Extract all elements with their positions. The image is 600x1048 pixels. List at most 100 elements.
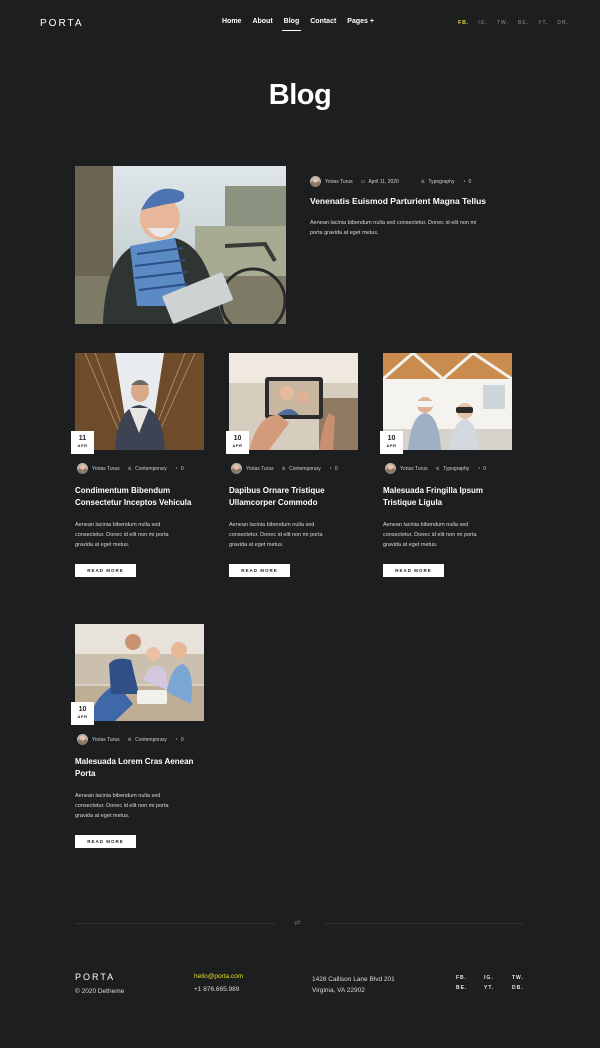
post-author[interactable]: Yorias Turus [92,466,120,472]
footer-address: 1428 Callison Lane Blvd 201 Virginia, VA… [312,974,395,996]
date-badge: 10 APR [226,431,249,454]
post-comments-count[interactable]: 0 [483,466,486,472]
post-comments-count[interactable]: 0 [335,466,338,472]
excerpt-line: gravida at eget metus. [75,813,130,819]
title-line[interactable]: Condimentum Bibendum [75,485,191,497]
address-line: Virginia, VA 22902 [312,987,365,994]
page-title: Blog [268,79,332,111]
title-line[interactable]: Tristique Ligula [383,497,483,509]
date-day: 10 [387,435,396,442]
post-comments-count[interactable]: 0 [181,737,184,743]
author-avatar [385,463,396,474]
excerpt-line: Aenean lacinia bibendum nulla sed consec… [310,220,477,226]
nav-contact[interactable]: Contact [310,18,336,31]
category-icon: ⚟ [127,736,133,743]
social-facebook-link[interactable]: FB. [458,20,469,26]
nav-about[interactable]: About [252,18,272,31]
category-icon: ⚟ [127,465,133,472]
excerpt-line: Aenean lacinia bibendum nulla sed [75,793,161,799]
site-logo[interactable]: PORTA [40,18,84,29]
nav-pages[interactable]: Pages + [347,18,374,31]
title-line[interactable]: Ullamcorper Commodo [229,497,325,509]
date-badge: 10 APR [380,431,403,454]
read-more-button[interactable]: READ MORE [229,564,290,577]
footer-social-links: FB. IG. TW. BE. YT. DB. [456,975,532,991]
date-day: 11 [78,435,87,442]
post-author[interactable]: Yorias Turus [92,737,120,743]
post-excerpt: Aenean lacinia bibendum nulla sed consec… [229,520,323,550]
nav-home[interactable]: Home [222,18,241,31]
post-author[interactable]: Yorias Turus [246,466,274,472]
post-comments-count[interactable]: 0 [181,466,184,472]
post-image[interactable] [75,353,204,450]
footer-social-dribbble[interactable]: DB. [512,985,532,991]
calendar-icon: ▭ [360,178,366,185]
footer-copyright: © 2020 Detheme [75,988,125,995]
footer-social-behance[interactable]: BE. [456,985,484,991]
post-comments-count[interactable]: 0 [468,179,471,185]
social-instagram-link[interactable]: IG. [478,20,488,26]
post-title[interactable]: Condimentum Bibendum Consectetur Incepto… [75,485,191,509]
post-author[interactable]: Yorias Turus [400,466,428,472]
post-category[interactable]: Contemporary [135,737,167,743]
comment-icon: ◔ [328,465,332,472]
title-line[interactable]: Malesuada Fringilla Ipsum [383,485,483,497]
social-youtube-link[interactable]: YT. [538,20,548,26]
footer-social-youtube[interactable]: YT. [484,985,512,991]
comment-icon: ◔ [477,465,481,472]
post-image[interactable] [75,624,204,721]
footer-email-link[interactable]: hello@porta.com [194,973,243,980]
footer-social-instagram[interactable]: IG. [484,975,512,981]
footer-logo[interactable]: PORTA [75,972,115,982]
social-behance-link[interactable]: BE. [518,20,529,26]
excerpt-line: gravida at eget metus. [75,542,130,548]
featured-post-image[interactable] [75,166,286,324]
post-meta: Yorias Turus ⚟ Contemporary ◔ 0 [77,734,192,745]
post-title[interactable]: Malesuada Fringilla Ipsum Tristique Ligu… [383,485,483,509]
comment-icon: ◔ [174,465,178,472]
title-line[interactable]: Malesuada Lorem Cras Aenean [75,756,193,768]
post-title[interactable]: Malesuada Lorem Cras Aenean Porta [75,756,193,780]
author-avatar [77,734,88,745]
nav-blog[interactable]: Blog [281,18,301,31]
featured-post-meta: Yorias Turus ▭ April 11, 2020 ⚟ Typograp… [310,176,479,187]
post-title[interactable]: Dapibus Ornare Tristique Ullamcorper Com… [229,485,325,509]
read-more-button[interactable]: READ MORE [75,564,136,577]
category-icon: ⚟ [281,465,287,472]
post-category[interactable]: Contemporary [135,466,167,472]
social-dribbble-link[interactable]: DB. [557,20,569,26]
excerpt-line: consectetur. Donec id elit non mi porta [75,532,169,538]
footer-social-facebook[interactable]: FB. [456,975,484,981]
date-day: 10 [233,435,242,442]
title-line[interactable]: Dapibus Ornare Tristique [229,485,325,497]
read-more-button[interactable]: READ MORE [75,835,136,848]
excerpt-line: Aenean lacinia bibendum nulla sed [229,522,315,528]
post-meta: Yorias Turus ⚟ Typography ◔ 0 [385,463,494,474]
post-excerpt: Aenean lacinia bibendum nulla sed consec… [75,520,169,550]
excerpt-line: consectetur. Donec id elit non mi porta [383,532,477,538]
title-line[interactable]: Consectetur Inceptos Vehicula [75,497,191,509]
social-twitter-link[interactable]: TW. [497,20,509,26]
footer-social-twitter[interactable]: TW. [512,975,532,981]
post-category[interactable]: Contemporary [289,466,321,472]
post-meta: Yorias Turus ⚟ Contemporary ◔ 0 [231,463,346,474]
post-date: April 11, 2020 [368,178,399,185]
date-month: APR [77,443,88,448]
excerpt-line: porta gravida at eget metus. [310,230,379,236]
post-category[interactable]: Typography [428,179,454,185]
category-icon: ⚟ [420,178,426,185]
post-author[interactable]: Yorias Turus [325,179,353,185]
featured-post-title[interactable]: Venenatis Euismod Parturient Magna Tellu… [310,195,486,207]
address-line: 1428 Callison Lane Blvd 201 [312,976,395,983]
main-nav: Home About Blog Contact Pages + [222,18,385,31]
post-category[interactable]: Typography [443,466,469,472]
date-month: APR [77,714,88,719]
title-line[interactable]: Porta [75,768,193,780]
read-more-button[interactable]: READ MORE [383,564,444,577]
comment-icon: ◔ [174,736,178,743]
post-meta: Yorias Turus ⚟ Contemporary ◔ 0 [77,463,192,474]
post-excerpt: Aenean lacinia bibendum nulla sed consec… [383,520,477,550]
post-excerpt: Aenean lacinia bibendum nulla sed consec… [75,791,169,821]
author-avatar [231,463,242,474]
comment-icon: ◔ [462,178,466,185]
